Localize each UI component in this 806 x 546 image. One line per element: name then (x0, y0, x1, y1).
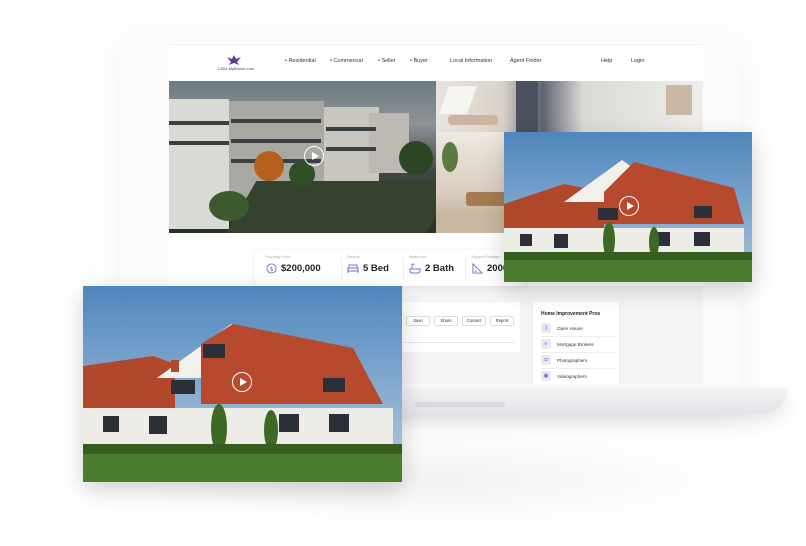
play-icon[interactable] (619, 196, 639, 216)
ruler-icon (471, 262, 483, 274)
pros-title: Home Improvement Pros (541, 311, 601, 317)
stat-price: Property Price $ $200,000 (265, 254, 321, 274)
house-video-card-large[interactable] (83, 286, 402, 482)
window-row (326, 127, 376, 131)
laptop-notch (415, 402, 505, 407)
video-icon: ▣ (541, 371, 551, 381)
stat-label: Square Footage (471, 254, 500, 259)
stat-label: Bathroom (409, 254, 427, 259)
cabinet-shape (516, 81, 538, 132)
plant-shape (442, 142, 458, 172)
courtyard-shape (221, 181, 436, 233)
listing-actions: Save Share Contact Report (400, 302, 520, 352)
site-header: 1-800-MyBroker.com • Residential • Comme… (169, 44, 703, 80)
hero-video-apartments[interactable] (169, 81, 436, 233)
tree-shape (209, 191, 249, 221)
divider (341, 258, 342, 280)
login-link[interactable]: Login (631, 58, 644, 64)
nav-local-information[interactable]: Local Information (450, 58, 492, 64)
window-shape (666, 85, 692, 115)
contact-button[interactable]: Contact (462, 316, 486, 326)
nav-residential[interactable]: • Residential (285, 58, 316, 64)
report-button[interactable]: Report (490, 316, 514, 326)
stat-label: Property Price (265, 254, 291, 259)
document-icon: ≡ (541, 339, 551, 349)
pros-item-label: Photographers (557, 357, 588, 363)
logo-mark-icon (227, 55, 241, 65)
divider (403, 258, 404, 280)
divider (541, 368, 615, 369)
sofa-shape (448, 115, 498, 125)
promo-stage: 1-800-MyBroker.com • Residential • Comme… (0, 0, 806, 546)
svg-text:$: $ (269, 264, 273, 272)
divider (541, 352, 615, 353)
hero-photo-interior[interactable] (436, 81, 703, 132)
divider (404, 342, 514, 343)
stat-rooms: Rooms 5 Bed (347, 254, 389, 274)
tree-shape (399, 141, 433, 175)
home-improvement-pros: Home Improvement Pros ▯ Open House ≡ Mor… (533, 302, 619, 384)
divider (541, 336, 615, 337)
property-stats: Property Price $ $200,000 Rooms 5 Bed Ba… (255, 250, 525, 286)
window-row (231, 119, 321, 123)
stat-value: 5 Bed (363, 262, 389, 274)
pros-item-mortgage-brokers[interactable]: ≡ Mortgage Brokers (541, 338, 615, 350)
pros-item-videographers[interactable]: ▣ Videographers (541, 370, 615, 382)
stat-value: 2 Bath (425, 262, 455, 274)
nav-agent-finder[interactable]: Agent Finder (510, 58, 542, 64)
window-row (231, 139, 321, 143)
window-row (169, 141, 229, 145)
help-link[interactable]: Help (601, 58, 612, 64)
share-button[interactable]: Share (434, 316, 458, 326)
pros-item-photographers[interactable]: ◘ Photographers (541, 354, 615, 366)
nav-buyer[interactable]: • Buyer (410, 58, 428, 64)
divider (465, 258, 466, 280)
site-logo[interactable]: 1-800-MyBroker.com (217, 55, 257, 75)
save-button[interactable]: Save (406, 316, 430, 326)
bath-icon (409, 262, 421, 274)
window-row (169, 121, 229, 125)
stat-label: Rooms (347, 254, 360, 259)
nav-seller[interactable]: • Seller (378, 58, 396, 64)
pros-item-open-house[interactable]: ▯ Open House (541, 322, 615, 334)
window-row (326, 147, 376, 151)
stat-value: $200,000 (281, 262, 321, 274)
play-icon[interactable] (304, 146, 324, 166)
table-shape (466, 192, 506, 206)
stat-bathroom: Bathroom 2 Bath (409, 254, 454, 274)
dollar-icon: $ (265, 262, 277, 274)
stat-square-footage: Square Footage 2000 (471, 254, 508, 274)
pros-item-label: Open House (557, 325, 583, 331)
bed-icon (347, 262, 359, 274)
camera-icon: ◘ (541, 355, 551, 365)
door-icon: ▯ (541, 323, 551, 333)
pros-item-label: Videographers (557, 373, 587, 379)
logo-text: 1-800-MyBroker.com (217, 66, 255, 71)
pros-item-label: Mortgage Brokers (557, 341, 594, 347)
window-shape (438, 86, 478, 114)
house-video-card[interactable] (504, 132, 752, 282)
tree-shape (254, 151, 284, 181)
nav-commercial[interactable]: • Commercial (330, 58, 363, 64)
play-icon[interactable] (232, 372, 252, 392)
